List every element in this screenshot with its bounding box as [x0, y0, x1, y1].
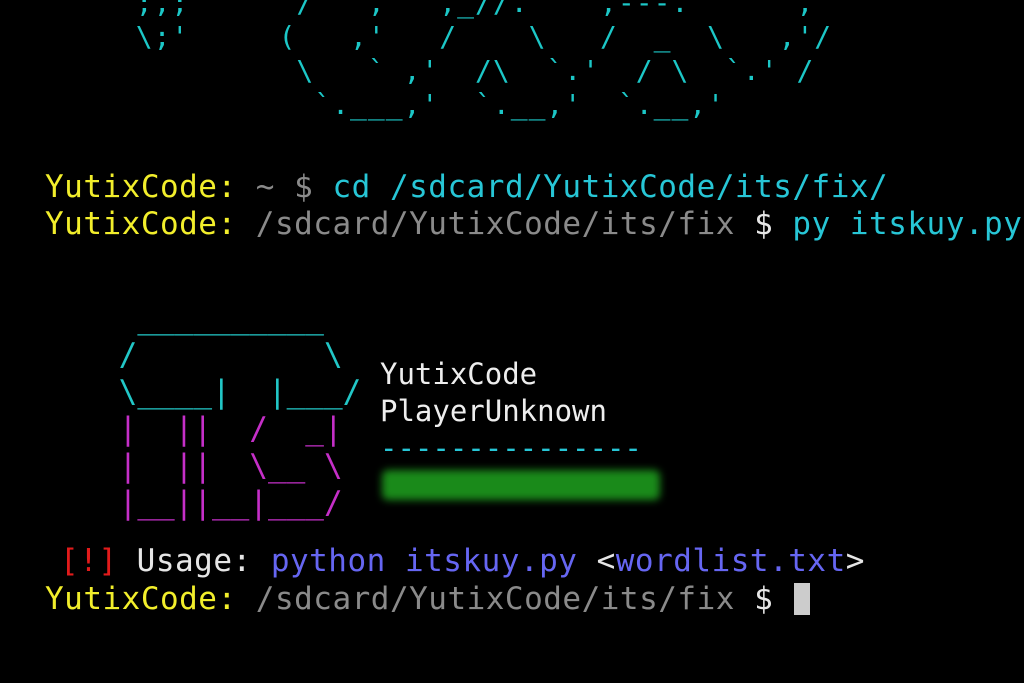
logo-row: | || \__ \ [100, 448, 343, 484]
its-logo: __________ / \ \____| |___/ | || / _| | … [100, 300, 362, 522]
logo-row: | || / _| [100, 411, 343, 447]
warning-tag: [!] [60, 543, 118, 579]
active-prompt-line[interactable]: YutixCode: /sdcard/YutixCode/its/fix $ [45, 580, 811, 618]
usage-arg: wordlist.txt [615, 543, 846, 579]
terminal-window[interactable]: ;,; / , ,_//. ,---. , \;' ( ,' / \ / _ \… [0, 0, 1024, 683]
command-line-cd: YutixCode: ~ $ cd /sdcard/YutixCode/its/… [45, 168, 888, 206]
prompt-user: YutixCode: [45, 581, 237, 617]
text-cursor[interactable] [794, 583, 811, 615]
usage-command: python itskuy.py [270, 543, 597, 579]
command-line-run: YutixCode: /sdcard/YutixCode/its/fix $ p… [45, 205, 1022, 243]
prompt-dollar: $ [734, 581, 793, 617]
redacted-text [382, 470, 660, 500]
usage-label: Usage: [117, 543, 271, 579]
prompt-dollar: $ [734, 206, 793, 242]
author-name: YutixCode [380, 357, 538, 391]
command-run: py itskuy.py [792, 206, 1023, 242]
prompt-user: YutixCode: [45, 206, 237, 242]
ascii-banner: ;,; / , ,_//. ,---. , \;' ( ,' / \ / _ \… [135, 0, 833, 121]
prompt-cwd: /sdcard/YutixCode/its/fix [236, 581, 735, 617]
usage-line: [!] Usage: python itskuy.py <wordlist.tx… [60, 543, 865, 579]
prompt-user: YutixCode: [45, 169, 237, 205]
logo-row: \____| |___/ [100, 374, 362, 410]
prompt-cwd: /sdcard/YutixCode/its/fix [236, 206, 735, 242]
logo-row: __________ [100, 300, 324, 336]
command-cd: cd /sdcard/YutixCode/its/fix/ [332, 169, 889, 205]
info-separator: --------------- [380, 431, 642, 465]
logo-row: |__||__|___/ [100, 485, 343, 521]
credit-name: PlayerUnknown [380, 394, 607, 428]
logo-row: / \ [100, 337, 343, 373]
prompt-home: ~ $ [236, 169, 333, 205]
